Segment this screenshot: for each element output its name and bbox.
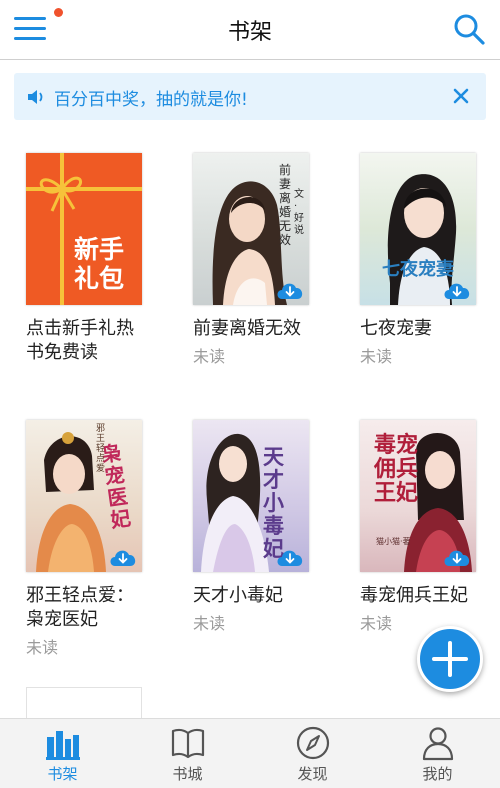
cover-sub-text: 邪王轻点爱 xyxy=(96,424,106,474)
promo-notice[interactable]: 百分百中奖，抽的就是你! xyxy=(14,73,486,120)
book-title: 点击新手礼热书免费读 xyxy=(26,318,134,363)
read-status: 未读 xyxy=(193,614,226,633)
page-title: 书架 xyxy=(227,20,272,45)
person-icon xyxy=(422,727,454,761)
tab-label: 发现 xyxy=(297,765,328,783)
book-title: 邪王轻点爱：枭宠医妃 xyxy=(26,585,134,630)
bottom-tab-bar: 书架 书城 发现 我的 xyxy=(0,718,500,788)
book-cover[interactable]: 毒宠佣兵王妃 猫小猫·著 xyxy=(360,420,476,572)
gift-cover-text: 新手礼包 xyxy=(74,235,125,293)
book-title: 天才小毒妃 xyxy=(193,585,283,606)
cover-title-text: 毒宠佣兵王妃 xyxy=(374,433,419,506)
read-status: 未读 xyxy=(360,614,393,633)
read-status: 未读 xyxy=(26,638,59,657)
tab-profile[interactable]: 我的 xyxy=(375,719,500,788)
book-cover[interactable]: 七夜宠妻 xyxy=(360,153,476,305)
book-cover[interactable]: 新手礼包 xyxy=(26,153,142,305)
tab-bookshelf[interactable]: 书架 xyxy=(0,719,125,788)
close-notice-icon[interactable] xyxy=(450,85,472,107)
search-button[interactable] xyxy=(452,12,486,46)
book-title: 前妻离婚无效 xyxy=(193,318,301,339)
cover-sub-text: 文·好说 xyxy=(294,189,304,236)
download-cloud-icon[interactable] xyxy=(442,544,472,568)
download-cloud-icon[interactable] xyxy=(442,277,472,301)
read-status: 未读 xyxy=(193,347,226,366)
download-cloud-icon[interactable] xyxy=(275,544,305,568)
notice-text: 百分百中奖，抽的就是你! xyxy=(54,90,248,110)
plus-icon xyxy=(432,641,468,677)
download-cloud-icon[interactable] xyxy=(108,544,138,568)
tab-label: 书城 xyxy=(172,765,203,783)
read-status: 未读 xyxy=(360,347,393,366)
add-book-button[interactable] xyxy=(417,626,483,692)
cover-sub-text: 猫小猫·著 xyxy=(376,537,411,546)
tab-label: 书架 xyxy=(47,765,78,783)
tab-discover[interactable]: 发现 xyxy=(250,719,375,788)
download-cloud-icon[interactable] xyxy=(275,277,305,301)
top-bar: 书架 xyxy=(0,0,500,60)
book-cover-partial[interactable] xyxy=(26,687,142,718)
search-icon xyxy=(454,14,485,45)
book-title: 七夜宠妻 xyxy=(360,318,432,339)
tab-label: 我的 xyxy=(422,765,453,783)
book-title: 毒宠佣兵王妃 xyxy=(360,585,468,606)
speaker-icon xyxy=(28,90,43,104)
compass-icon xyxy=(296,726,330,760)
book-cover[interactable]: 天才小毒妃 xyxy=(193,420,309,572)
tab-bookstore[interactable]: 书城 xyxy=(125,719,250,788)
bookshelf-icon xyxy=(46,731,80,760)
cover-title-text: 前妻离婚无效 xyxy=(279,163,292,247)
book-icon xyxy=(171,728,205,759)
book-cover[interactable]: 枭宠医妃 邪王轻点爱 xyxy=(26,420,142,572)
book-cover[interactable]: 前妻离婚无效 文·好说 xyxy=(193,153,309,305)
